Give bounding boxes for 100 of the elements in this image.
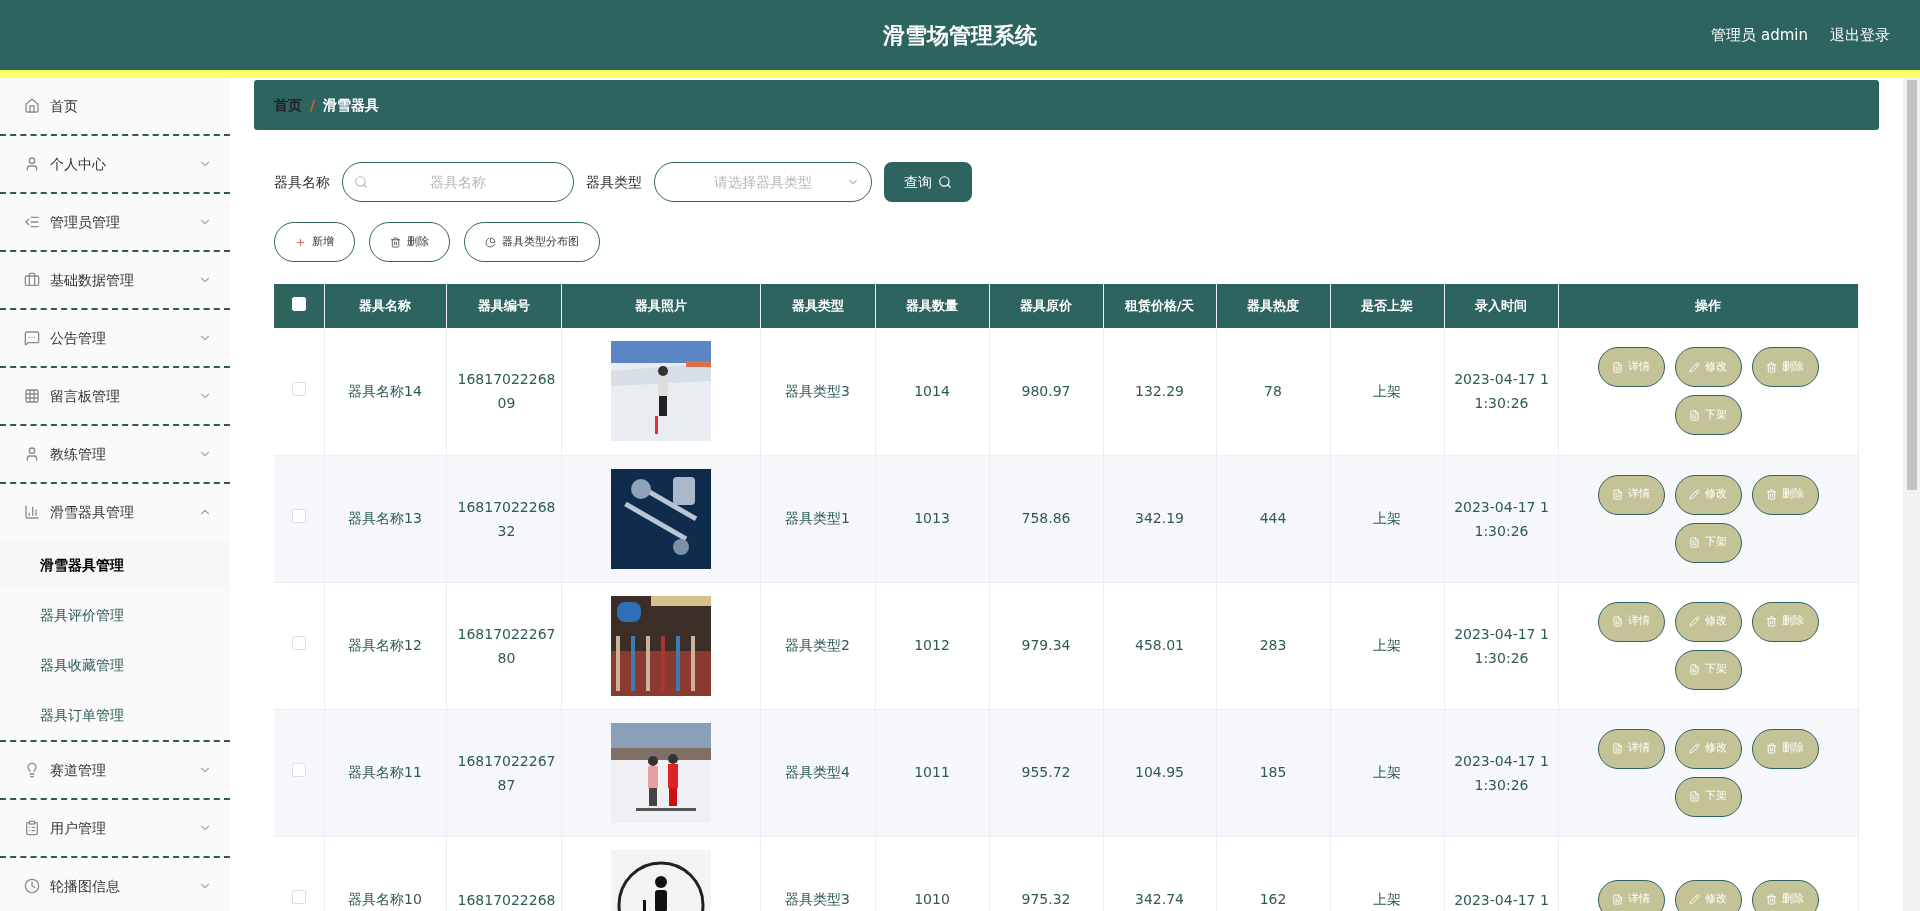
checkbox[interactable]	[291, 381, 306, 396]
table-cell: 979.34	[989, 582, 1103, 709]
table-cell: 342.19	[1103, 455, 1216, 582]
sidebar-item[interactable]: 管理员管理	[0, 194, 230, 250]
table-cell: 1681702226809	[446, 328, 561, 455]
checkbox[interactable]	[291, 636, 306, 650]
table-cell: 器具类型3	[760, 836, 875, 911]
sidebar-item[interactable]: 教练管理	[0, 426, 230, 482]
sidebar-item[interactable]: 轮播图信息	[0, 858, 230, 911]
sidebar-item[interactable]: 首页	[0, 78, 230, 134]
table-cell: 2023-04-17 11:30:26	[1444, 582, 1558, 709]
input-field[interactable]: 器具名称	[342, 162, 574, 202]
pencil-icon	[1689, 894, 1700, 905]
table-cell: 器具名称12	[324, 582, 446, 709]
chat-icon	[24, 330, 40, 346]
scrollbar[interactable]	[1903, 78, 1920, 911]
table-cell: 444	[1216, 455, 1330, 582]
table-cell: 104.95	[1103, 709, 1216, 836]
briefcase-icon	[24, 272, 40, 288]
table-cell: 器具类型4	[760, 709, 875, 836]
trash-icon	[390, 236, 401, 248]
table-cell: 器具名称13	[324, 455, 446, 582]
bar-chart-icon	[24, 504, 40, 520]
document-icon	[1612, 894, 1623, 905]
bulb-icon	[24, 762, 40, 778]
field-label: 器具类型	[586, 172, 642, 192]
table-cell: 1014	[875, 328, 989, 455]
pencil-icon	[1689, 616, 1700, 627]
sidebar-item[interactable]: 基础数据管理	[0, 252, 230, 308]
table-cell: 器具名称14	[324, 328, 446, 455]
select-field[interactable]: 请选择器具类型	[654, 162, 872, 202]
person-icon	[24, 156, 40, 172]
checkbox[interactable]	[291, 509, 306, 523]
search-icon	[354, 175, 368, 189]
sidebar-item[interactable]: 留言板管理	[0, 368, 230, 424]
search-button[interactable]: 查询	[884, 162, 972, 202]
document-icon	[1689, 409, 1700, 421]
search-icon	[938, 175, 952, 189]
trash-icon	[1766, 616, 1777, 627]
home-icon	[24, 98, 40, 114]
checkbox[interactable]	[291, 890, 306, 904]
table-cell: 2023-04-17 11:30:26	[1444, 455, 1558, 582]
person-icon	[24, 446, 40, 462]
breadcrumb-separator: /	[310, 95, 316, 115]
table-cell: 上架	[1330, 836, 1444, 911]
sidebar-item[interactable]: 赛道管理	[0, 742, 230, 798]
table-cell: 上架	[1330, 709, 1444, 836]
pencil-icon	[1689, 743, 1700, 754]
table-cell: 458.01	[1103, 582, 1216, 709]
pencil-icon	[1689, 489, 1700, 500]
list-icon	[24, 214, 40, 230]
table-cell: 955.72	[989, 709, 1103, 836]
table-cell: 16817022268	[446, 836, 561, 911]
table-cell: 2023-04-17 11:30:26	[1444, 328, 1558, 455]
plus-icon	[295, 236, 306, 248]
document-icon	[1689, 537, 1700, 548]
trash-icon	[1766, 894, 1777, 905]
document-icon	[1689, 791, 1700, 802]
table-cell: 185	[1216, 709, 1330, 836]
grid-icon	[24, 388, 40, 404]
table-cell: 975.32	[989, 836, 1103, 911]
table-cell: 1012	[875, 582, 989, 709]
submenu-item[interactable]: 器具收藏管理	[0, 640, 230, 690]
document-icon	[1612, 489, 1623, 500]
table-cell: 器具类型1	[760, 455, 875, 582]
trash-icon	[1766, 361, 1777, 373]
breadcrumb-item: 滑雪器具	[323, 95, 380, 115]
checkbox[interactable]	[291, 763, 306, 777]
sidebar-item[interactable]: 滑雪器具管理	[0, 484, 230, 540]
table-cell: 1681702226832	[446, 455, 561, 582]
table-cell: 1013	[875, 455, 989, 582]
table-cell: 78	[1216, 328, 1330, 455]
table-cell: 1011	[875, 709, 989, 836]
clock-icon	[24, 878, 40, 894]
document-icon	[1689, 664, 1700, 675]
sidebar-item[interactable]: 公告管理	[0, 310, 230, 366]
table-cell: 2023-04-17 11:30:26	[1444, 709, 1558, 836]
logout-link[interactable]: 退出登录	[1830, 23, 1890, 47]
table-cell: 1010	[875, 836, 989, 911]
table-cell: 器具类型2	[760, 582, 875, 709]
pie-chart-icon	[485, 236, 496, 248]
document-icon	[1612, 743, 1623, 754]
table-cell: 1681702226787	[446, 709, 561, 836]
table-cell: 980.97	[989, 328, 1103, 455]
trash-icon	[1766, 489, 1777, 500]
table-cell: 342.74	[1103, 836, 1216, 911]
submenu-item[interactable]: 器具订单管理	[0, 690, 230, 740]
table-cell: 1681702226780	[446, 582, 561, 709]
submenu-item[interactable]: 器具评价管理	[0, 590, 230, 640]
sidebar-item[interactable]: 用户管理	[0, 800, 230, 856]
table-cell: 器具名称11	[324, 709, 446, 836]
field-label: 器具名称	[274, 172, 330, 192]
table-cell: 上架	[1330, 328, 1444, 455]
table-cell: 2023-04-17 1	[1444, 836, 1558, 911]
table-cell: 162	[1216, 836, 1330, 911]
trash-icon	[1766, 743, 1777, 754]
table-cell: 132.29	[1103, 328, 1216, 455]
table-cell: 上架	[1330, 455, 1444, 582]
sidebar-item[interactable]: 个人中心	[0, 136, 230, 192]
document-icon	[1612, 616, 1623, 627]
